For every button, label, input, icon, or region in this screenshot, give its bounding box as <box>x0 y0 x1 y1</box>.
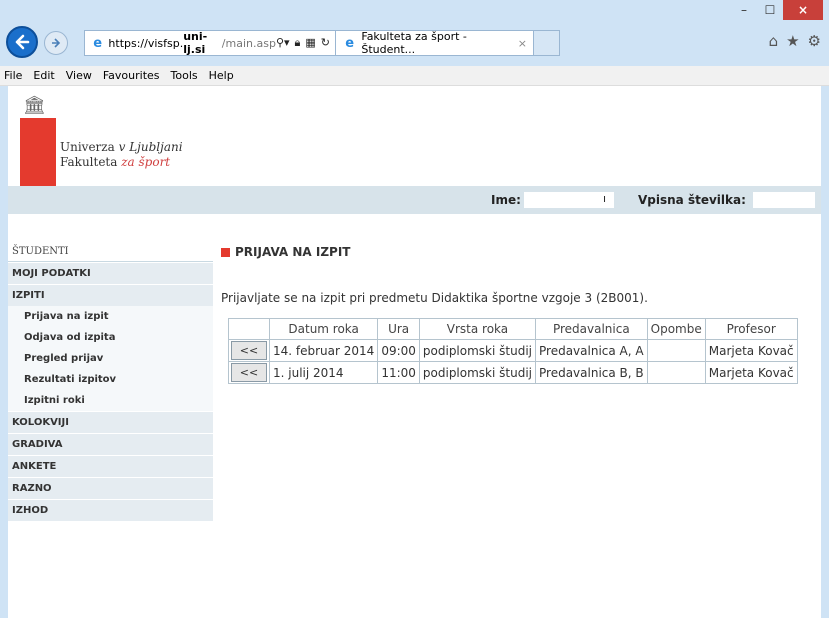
cell-datum: 1. julij 2014 <box>268 361 379 384</box>
url-prefix: https://visfsp. <box>108 36 184 50</box>
menu-bar: File Edit View Favourites Tools Help <box>0 66 829 86</box>
menu-tools[interactable]: Tools <box>171 69 198 82</box>
cell-opombe <box>646 361 706 384</box>
red-square-icon <box>221 247 230 257</box>
web-page: 🏛︎ Univerza v Ljubljani Fakulteta za špo… <box>8 86 821 618</box>
menu-file[interactable]: File <box>4 69 22 82</box>
favorites-star-icon[interactable]: ★ <box>786 32 799 50</box>
forward-button[interactable] <box>44 31 68 55</box>
window-right-border <box>821 86 829 618</box>
cell-ura: 09:00 <box>377 339 420 362</box>
logo-text: Univerza v Ljubljani Fakulteta za šport <box>60 140 183 169</box>
cell-opombe <box>646 339 706 362</box>
address-tools: ⚲▾ 🔒︎ ▦ ↻ <box>276 36 335 50</box>
browser-tab[interactable]: e Fakulteta za šport - Študent... × <box>336 30 534 56</box>
sidebar-item-gradiva[interactable]: GRADIVA <box>8 434 213 455</box>
browser-chrome: – ☐ × e https://visfsp. uni-lj.si/main.as… <box>0 0 829 66</box>
close-window-button[interactable]: × <box>783 0 823 20</box>
column-header-datum: Datum roka <box>268 318 379 340</box>
sidebar-subitem-rezultati[interactable]: Rezultati izpitov <box>8 369 213 390</box>
menu-help[interactable]: Help <box>209 69 234 82</box>
search-icon[interactable]: ⚲▾ <box>276 36 290 50</box>
exam-dates-table: Datum roka Ura Vrsta roka Predavalnica O… <box>228 318 798 384</box>
ie-page-icon: e <box>93 35 103 51</box>
sidebar-subitem-roki[interactable]: Izpitni roki <box>8 390 213 411</box>
column-header-profesor: Profesor <box>704 318 798 340</box>
url-path: /main.asp <box>221 36 276 50</box>
cell-predavalnica: Predavalnica B, B <box>535 361 648 384</box>
address-bar[interactable]: e https://visfsp. uni-lj.si/main.asp ⚲▾ 🔒… <box>84 30 336 56</box>
new-tab-button[interactable] <box>534 30 560 56</box>
back-arrow-icon <box>15 34 30 50</box>
sidebar-item-ankete[interactable]: ANKETE <box>8 456 213 477</box>
section-title-text: PRIJAVA NA IZPIT <box>235 245 351 259</box>
table-row: << 1. julij 2014 11:00 podiplomski študi… <box>228 361 798 384</box>
cell-datum: 14. februar 2014 <box>268 339 379 362</box>
select-date-button[interactable]: << <box>231 341 267 360</box>
window-left-border <box>0 86 8 618</box>
sidebar-item-kolokviji[interactable]: KOLOKVIJI <box>8 412 213 433</box>
sidebar-item-razno[interactable]: RAZNO <box>8 478 213 499</box>
column-header-predavalnica: Predavalnica <box>535 318 648 340</box>
sidebar-subitem-odjava[interactable]: Odjava od izpita <box>8 327 213 348</box>
sidebar-subitem-prijava[interactable]: Prijava na izpit <box>8 306 213 327</box>
browser-tools: ⌂ ★ ⚙ <box>769 32 821 50</box>
window-controls: – ☐ × <box>731 0 823 20</box>
menu-favourites[interactable]: Favourites <box>103 69 160 82</box>
cell-vrsta: podiplomski študij <box>418 361 537 384</box>
name-value: ı <box>524 192 614 208</box>
tab-title: Fakulteta za šport - Študent... <box>361 30 467 56</box>
tab-close-icon[interactable]: × <box>518 37 533 50</box>
column-header-opombe: Opombe <box>646 318 706 340</box>
cell-ura: 11:00 <box>377 361 420 384</box>
table-row: << 14. februar 2014 09:00 podiplomski št… <box>228 339 798 362</box>
home-icon[interactable]: ⌂ <box>769 32 779 50</box>
select-date-button[interactable]: << <box>231 363 267 382</box>
cell-profesor: Marjeta Kovač <box>704 361 798 384</box>
table-header-row: Datum roka Ura Vrsta roka Predavalnica O… <box>228 318 798 340</box>
lock-icon[interactable]: 🔒︎ <box>295 36 301 50</box>
building-icon: 🏛︎ <box>23 95 46 116</box>
sidebar-item-izhod[interactable]: IZHOD <box>8 500 213 521</box>
url-domain: uni-lj.si <box>183 30 208 56</box>
minimize-button[interactable]: – <box>731 0 757 20</box>
name-label: Ime: <box>491 193 521 207</box>
column-header-button <box>228 318 270 340</box>
sidebar-item-izpiti[interactable]: IZPITI <box>8 285 213 306</box>
column-header-vrsta: Vrsta roka <box>418 318 537 340</box>
sidebar-item-moji-podatki[interactable]: MOJI PODATKI <box>8 263 213 284</box>
compat-view-icon[interactable]: ▦ <box>305 36 315 50</box>
intro-text: Prijavljate se na izpit pri predmetu Did… <box>221 291 648 305</box>
student-id-value <box>753 192 815 208</box>
column-header-ura: Ura <box>377 318 420 340</box>
settings-gear-icon[interactable]: ⚙ <box>808 32 821 50</box>
refresh-icon[interactable]: ↻ <box>321 36 330 50</box>
cell-profesor: Marjeta Kovač <box>704 339 798 362</box>
maximize-button[interactable]: ☐ <box>757 0 783 20</box>
back-button[interactable] <box>6 26 38 58</box>
forward-arrow-icon <box>52 38 61 48</box>
select-cell: << <box>228 339 270 362</box>
tab-favicon-icon: e <box>345 35 355 51</box>
cell-predavalnica: Predavalnica A, A <box>535 339 648 362</box>
select-cell: << <box>228 361 270 384</box>
university-logo[interactable]: 🏛︎ Univerza v Ljubljani Fakulteta za špo… <box>20 95 183 198</box>
menu-view[interactable]: View <box>66 69 92 82</box>
section-title: PRIJAVA NA IZPIT <box>221 245 351 259</box>
sidebar-section-title: ŠTUDENTI <box>8 236 213 262</box>
sidebar-subitem-pregled[interactable]: Pregled prijav <box>8 348 213 369</box>
menu-edit[interactable]: Edit <box>33 69 54 82</box>
student-id-label: Vpisna številka: <box>638 193 746 207</box>
sidebar: ŠTUDENTI MOJI PODATKI IZPITI Prijava na … <box>8 236 213 521</box>
student-info-bar: Ime: ı Vpisna številka: <box>8 186 821 214</box>
cell-vrsta: podiplomski študij <box>418 339 537 362</box>
